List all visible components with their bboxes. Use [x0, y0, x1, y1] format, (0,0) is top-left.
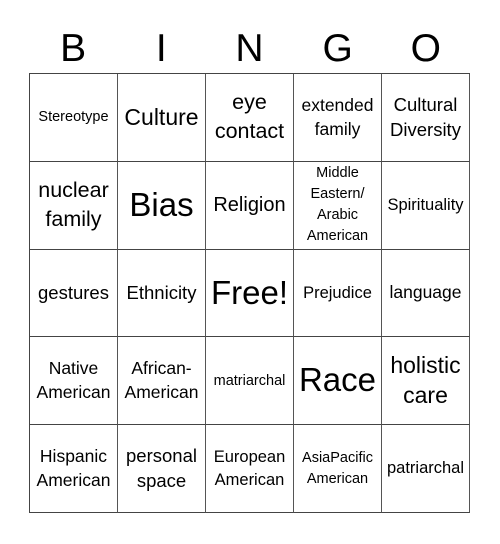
bingo-cell[interactable]: eye contact: [206, 74, 294, 162]
bingo-cell[interactable]: Culture: [118, 74, 206, 162]
bingo-header: B I N G O: [29, 25, 470, 73]
bingo-cell[interactable]: AsiaPacific American: [294, 425, 382, 513]
bingo-cell[interactable]: Ethnicity: [118, 249, 206, 338]
bingo-cell[interactable]: Religion: [206, 161, 294, 250]
bingo-grid: Stereotype Culture eye contact extended …: [29, 73, 470, 513]
header-letter-g: G: [322, 27, 353, 70]
bingo-cell[interactable]: African- American: [118, 337, 206, 426]
bingo-cell[interactable]: Middle Eastern/ Arabic American: [294, 161, 382, 250]
bingo-cell[interactable]: nuclear family: [30, 161, 118, 250]
bingo-cell[interactable]: gestures: [30, 249, 118, 338]
bingo-cell[interactable]: Bias: [118, 161, 206, 250]
bingo-cell[interactable]: Cultural Diversity: [382, 74, 470, 162]
bingo-cell[interactable]: Stereotype: [30, 74, 118, 162]
bingo-cell[interactable]: European American: [206, 425, 294, 513]
bingo-cell[interactable]: language: [382, 249, 470, 338]
bingo-cell[interactable]: Native American: [30, 337, 118, 426]
bingo-cell[interactable]: holistic care: [382, 337, 470, 426]
bingo-cell[interactable]: Prejudice: [294, 249, 382, 338]
bingo-cell[interactable]: personal space: [118, 425, 206, 513]
header-letter-b: B: [60, 27, 87, 70]
bingo-cell[interactable]: extended family: [294, 74, 382, 162]
free-space-cell[interactable]: Free!: [206, 249, 294, 338]
bingo-cell[interactable]: Race: [294, 337, 382, 426]
bingo-cell[interactable]: patriarchal: [382, 425, 470, 513]
bingo-cell[interactable]: Spirituality: [382, 161, 470, 250]
header-letter-o: O: [410, 27, 442, 70]
header-letter-i: I: [155, 27, 167, 70]
bingo-cell[interactable]: matriarchal: [206, 337, 294, 426]
header-letter-n: N: [235, 27, 264, 70]
bingo-cell[interactable]: Hispanic American: [30, 425, 118, 513]
